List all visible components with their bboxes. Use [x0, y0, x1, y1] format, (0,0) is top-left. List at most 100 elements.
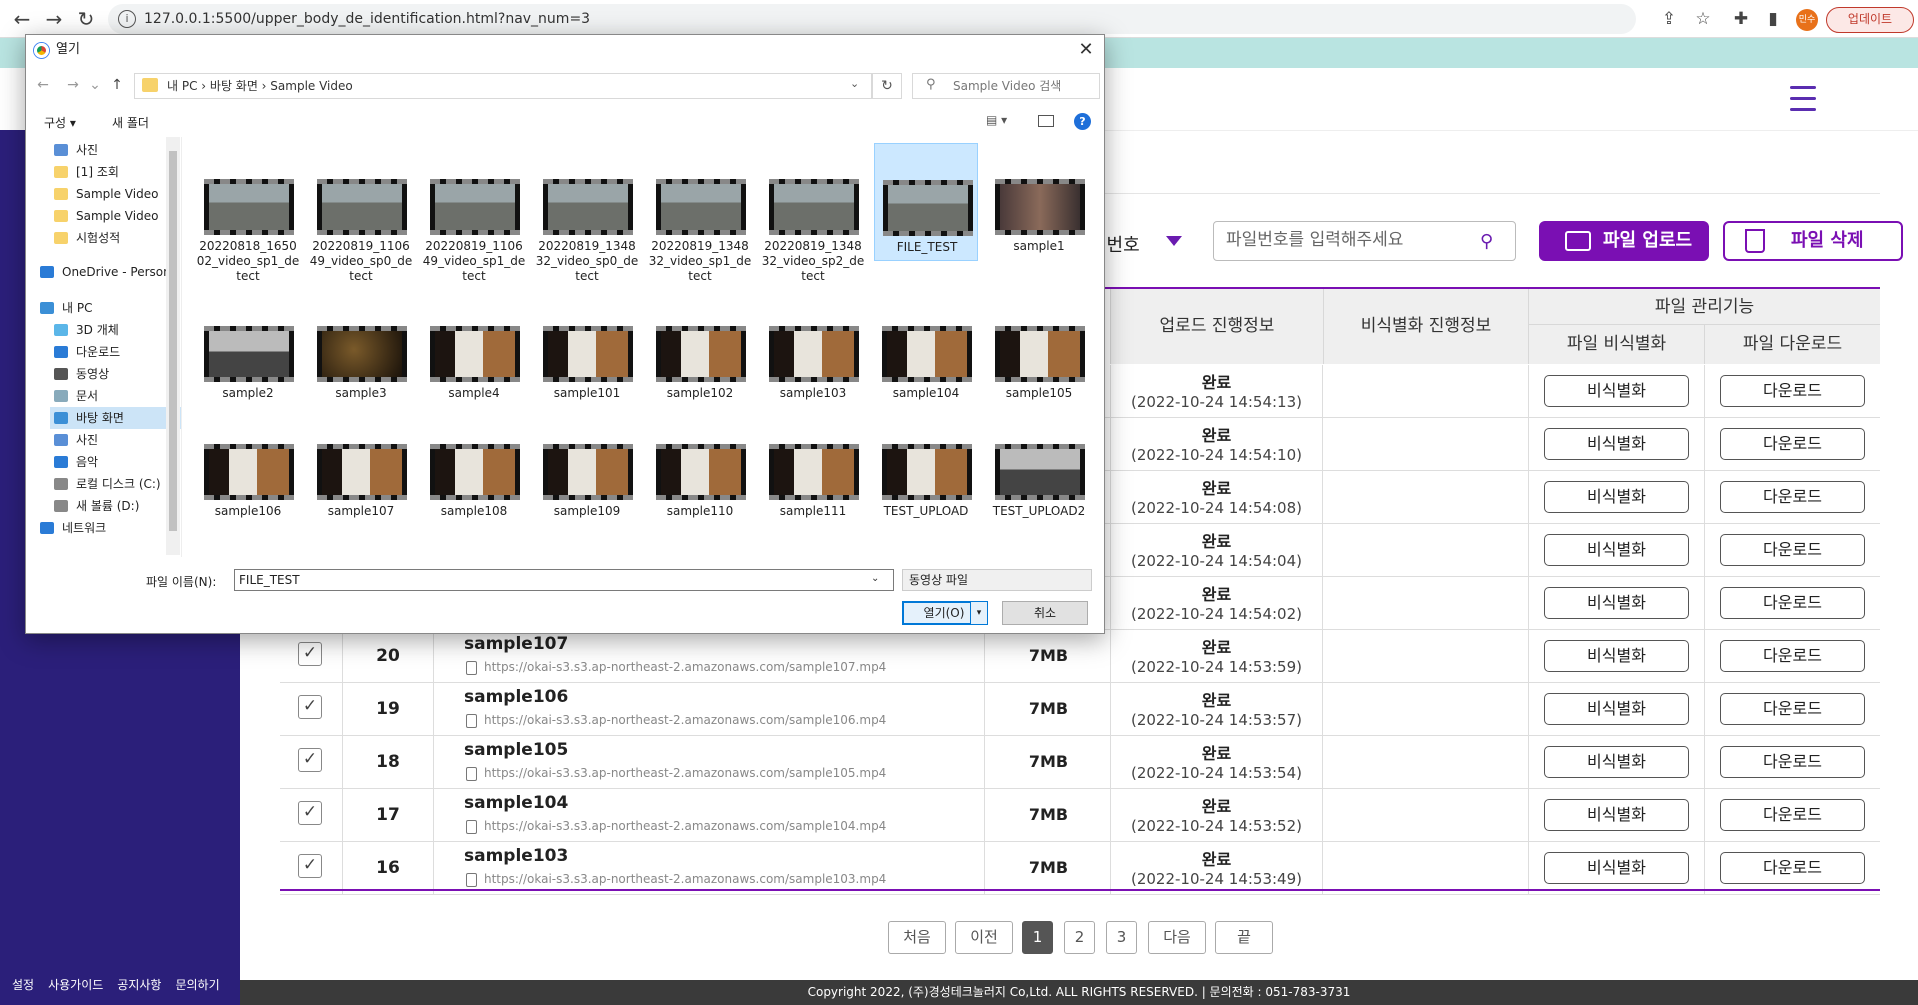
- sidebar-link-notice[interactable]: 공지사항: [117, 976, 161, 998]
- file-tile[interactable]: sample2: [196, 290, 300, 408]
- nav-item[interactable]: 네트워크: [36, 517, 168, 539]
- row-checkbox[interactable]: ✓: [298, 748, 322, 772]
- nav-item[interactable]: 사진: [50, 139, 181, 161]
- page-button-1[interactable]: 1: [1022, 921, 1053, 954]
- file-tile[interactable]: sample3: [309, 290, 413, 408]
- filename-dropdown-icon[interactable]: ⌄: [871, 573, 879, 584]
- file-tile[interactable]: sample108: [422, 408, 526, 526]
- refresh-icon[interactable]: ↻: [872, 73, 902, 99]
- nav-item[interactable]: 로컬 디스크 (C:): [50, 473, 181, 495]
- download-button[interactable]: 다운로드: [1720, 375, 1865, 407]
- filename-input[interactable]: FILE_TEST: [234, 569, 894, 591]
- copy-icon[interactable]: [466, 820, 477, 834]
- address-bar[interactable]: 127.0.0.1:5500/upper_body_de_identificat…: [108, 4, 1636, 34]
- copy-icon[interactable]: [466, 714, 477, 728]
- forward-icon[interactable]: →: [40, 6, 68, 32]
- download-button[interactable]: 다운로드: [1720, 640, 1865, 672]
- copy-icon[interactable]: [466, 767, 477, 781]
- file-url[interactable]: https://okai-s3.s3.ap-northeast-2.amazon…: [484, 660, 886, 674]
- close-icon[interactable]: ✕: [1074, 39, 1098, 61]
- site-info-icon[interactable]: i: [118, 10, 136, 28]
- file-url[interactable]: https://okai-s3.s3.ap-northeast-2.amazon…: [484, 872, 886, 886]
- nav-item[interactable]: 동영상: [50, 363, 181, 385]
- sidepanel-icon[interactable]: ▮: [1762, 8, 1784, 30]
- download-button[interactable]: 다운로드: [1720, 534, 1865, 566]
- nav-item[interactable]: 음악: [50, 451, 181, 473]
- row-checkbox[interactable]: ✓: [298, 854, 322, 878]
- download-button[interactable]: 다운로드: [1720, 587, 1865, 619]
- sidebar-link-contact[interactable]: 문의하기: [175, 976, 219, 998]
- file-tile[interactable]: sample1: [987, 143, 1091, 261]
- nav-scroll-thumb[interactable]: [169, 151, 177, 531]
- extensions-icon[interactable]: ✚: [1730, 8, 1752, 30]
- page-prev-button[interactable]: 이전: [955, 921, 1013, 954]
- nav-item[interactable]: Sample Video: [50, 205, 181, 227]
- share-icon[interactable]: ⇪: [1658, 8, 1680, 30]
- view-options-icon[interactable]: ▤ ▾: [986, 113, 1016, 129]
- file-tile[interactable]: 20220819_134832_video_sp1_detect: [648, 143, 752, 283]
- nav-item[interactable]: 3D 개체: [50, 319, 181, 341]
- file-tile[interactable]: sample107: [309, 408, 413, 526]
- address-dropdown-icon[interactable]: ⌄: [850, 77, 859, 90]
- file-url[interactable]: https://okai-s3.s3.ap-northeast-2.amazon…: [484, 766, 886, 780]
- file-tile[interactable]: sample105: [987, 290, 1091, 408]
- file-tile[interactable]: FILE_TEST: [874, 143, 978, 261]
- copy-icon[interactable]: [466, 661, 477, 675]
- search-type-select[interactable]: 일번호: [1090, 226, 1205, 266]
- file-tile[interactable]: 20220818_165002_video_sp1_detect: [196, 143, 300, 283]
- dialog-search-input[interactable]: Sample Video 검색: [912, 73, 1100, 99]
- file-tile[interactable]: sample110: [648, 408, 752, 526]
- file-url[interactable]: https://okai-s3.s3.ap-northeast-2.amazon…: [484, 819, 886, 833]
- row-checkbox[interactable]: ✓: [298, 695, 322, 719]
- file-tile[interactable]: sample102: [648, 290, 752, 408]
- file-tile[interactable]: sample104: [874, 290, 978, 408]
- download-button[interactable]: 다운로드: [1720, 693, 1865, 725]
- select-caret-icon[interactable]: [1166, 236, 1182, 246]
- file-tile[interactable]: 20220819_134832_video_sp0_detect: [535, 143, 639, 283]
- back-icon[interactable]: ←: [8, 6, 36, 32]
- deidentify-button[interactable]: 비식별화: [1544, 534, 1689, 566]
- download-button[interactable]: 다운로드: [1720, 428, 1865, 460]
- nav-item[interactable]: 사진: [50, 429, 181, 451]
- filetype-select[interactable]: 동영상 파일: [902, 569, 1092, 591]
- file-tile[interactable]: TEST_UPLOAD2: [987, 408, 1091, 526]
- deidentify-button[interactable]: 비식별화: [1544, 693, 1689, 725]
- download-button[interactable]: 다운로드: [1720, 852, 1865, 884]
- cancel-button[interactable]: 취소: [1002, 601, 1088, 625]
- file-tile[interactable]: sample101: [535, 290, 639, 408]
- update-button[interactable]: 업데이트: [1826, 7, 1914, 33]
- deidentify-button[interactable]: 비식별화: [1544, 587, 1689, 619]
- profile-avatar[interactable]: 민수: [1796, 9, 1818, 31]
- search-input[interactable]: 파일번호를 입력해주세요: [1213, 221, 1516, 261]
- file-tile[interactable]: 20220819_134832_video_sp2_detect: [761, 143, 865, 283]
- nav-item[interactable]: 바탕 화면: [50, 407, 181, 429]
- sidebar-link-settings[interactable]: 설정: [12, 976, 34, 998]
- file-url[interactable]: https://okai-s3.s3.ap-northeast-2.amazon…: [484, 713, 886, 727]
- file-tile[interactable]: 20220819_110649_video_sp0_detect: [309, 143, 413, 283]
- nav-item[interactable]: 다운로드: [50, 341, 181, 363]
- hamburger-menu-icon[interactable]: [1790, 86, 1816, 112]
- file-tile[interactable]: sample106: [196, 408, 300, 526]
- file-tile[interactable]: sample4: [422, 290, 526, 408]
- new-folder-button[interactable]: 새 폴더: [112, 114, 149, 131]
- copy-icon[interactable]: [466, 873, 477, 887]
- sidebar-link-guide[interactable]: 사용가이드: [48, 976, 103, 998]
- download-button[interactable]: 다운로드: [1720, 746, 1865, 778]
- recent-chevron-icon[interactable]: ⌄: [86, 77, 104, 93]
- file-tile[interactable]: sample109: [535, 408, 639, 526]
- dialog-forward-icon[interactable]: →: [64, 77, 82, 93]
- file-tile[interactable]: sample111: [761, 408, 865, 526]
- organize-button[interactable]: 구성 ▾: [44, 114, 76, 131]
- preview-pane-icon[interactable]: [1038, 115, 1054, 127]
- nav-item[interactable]: 시험성적: [50, 227, 181, 249]
- nav-item[interactable]: OneDrive - Person: [36, 261, 171, 283]
- row-checkbox[interactable]: ✓: [298, 642, 322, 666]
- deidentify-button[interactable]: 비식별화: [1544, 640, 1689, 672]
- page-last-button[interactable]: 끝: [1215, 921, 1273, 954]
- dialog-back-icon[interactable]: ←: [34, 77, 52, 93]
- nav-item[interactable]: 문서: [50, 385, 181, 407]
- row-checkbox[interactable]: ✓: [298, 801, 322, 825]
- nav-item[interactable]: 내 PC: [36, 297, 168, 319]
- up-arrow-icon[interactable]: ↑: [108, 77, 126, 93]
- page-button-3[interactable]: 3: [1106, 921, 1137, 954]
